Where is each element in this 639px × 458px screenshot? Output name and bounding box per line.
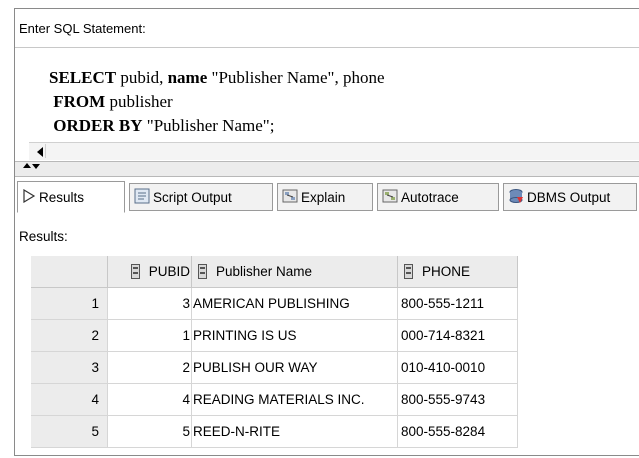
row-number: 4 <box>31 383 108 416</box>
output-tabs: Results Script Output Explain Autotrace … <box>15 181 639 215</box>
tab-dbms-output-label: DBMS Output <box>527 189 611 205</box>
cell-phone[interactable]: 000-714-8321 <box>397 319 518 352</box>
keyword-order-by: ORDER BY <box>53 116 143 135</box>
column-header-pubid[interactable]: PUBID <box>107 256 192 288</box>
table-row[interactable]: 4 4 READING MATERIALS INC. 800-555-9743 <box>31 383 518 416</box>
tab-dbms-output[interactable]: DBMS Output <box>503 183 637 211</box>
keyword-name: name <box>167 68 208 87</box>
column-header-label: PHONE <box>422 263 471 279</box>
cell-publisher-name[interactable]: REED-N-RITE <box>191 415 398 448</box>
sql-statement-label: Enter SQL Statement: <box>19 21 146 36</box>
cell-phone[interactable]: 800-555-1211 <box>397 287 518 320</box>
row-number: 3 <box>31 351 108 384</box>
table-row[interactable]: 2 1 PRINTING IS US 000-714-8321 <box>31 319 518 352</box>
sql-text-line3: "Publisher Name"; <box>142 116 275 135</box>
row-number: 5 <box>31 415 108 448</box>
row-number: 2 <box>31 319 108 352</box>
collapse-down-icon[interactable] <box>32 164 40 169</box>
cell-phone[interactable]: 800-555-8284 <box>397 415 518 448</box>
cell-publisher-name[interactable]: AMERICAN PUBLISHING <box>191 287 398 320</box>
table-row[interactable]: 1 3 AMERICAN PUBLISHING 800-555-1211 <box>31 287 518 320</box>
column-type-icon <box>130 264 140 280</box>
tab-results[interactable]: Results <box>17 181 125 213</box>
cell-pubid[interactable]: 4 <box>107 383 192 416</box>
table-row[interactable]: 5 5 REED-N-RITE 800-555-8284 <box>31 415 518 448</box>
cell-publisher-name[interactable]: PUBLISH OUR WAY <box>191 351 398 384</box>
sql-text-line2: publisher <box>105 92 173 111</box>
tab-explain-label: Explain <box>301 189 346 205</box>
column-header-label: Publisher Name <box>216 263 313 279</box>
cell-pubid[interactable]: 3 <box>107 287 192 320</box>
script-icon <box>134 188 150 207</box>
column-header-phone[interactable]: PHONE <box>397 256 518 288</box>
dbms-icon <box>508 188 524 207</box>
table-row[interactable]: 3 2 PUBLISH OUR WAY 010-410-0010 <box>31 351 518 384</box>
keyword-from: FROM <box>53 92 106 111</box>
column-type-icon <box>404 264 413 280</box>
collapse-up-icon[interactable] <box>23 163 31 168</box>
sql-text-line1b: "Publisher Name", phone <box>207 68 385 87</box>
results-grid: PUBID Publisher Name PHONE 1 3 AMERICAN … <box>31 256 518 448</box>
tab-explain[interactable]: Explain <box>277 183 373 211</box>
grid-header-row: PUBID Publisher Name PHONE <box>31 256 518 288</box>
cell-phone[interactable]: 800-555-9743 <box>397 383 518 416</box>
explain-icon <box>282 188 298 207</box>
pane-splitter[interactable] <box>15 161 639 177</box>
column-header-label: PUBID <box>148 263 190 279</box>
row-number-header <box>31 256 108 288</box>
cell-pubid[interactable]: 5 <box>107 415 192 448</box>
cell-phone[interactable]: 010-410-0010 <box>397 351 518 384</box>
sql-text-line1a: pubid, <box>116 68 168 87</box>
cell-publisher-name[interactable]: PRINTING IS US <box>191 319 398 352</box>
autotrace-icon <box>382 188 398 207</box>
sql-code[interactable]: SELECT pubid, name "Publisher Name", pho… <box>49 66 385 138</box>
cell-pubid[interactable]: 1 <box>107 319 192 352</box>
cell-pubid[interactable]: 2 <box>107 351 192 384</box>
cell-publisher-name[interactable]: READING MATERIALS INC. <box>191 383 398 416</box>
tab-script-output-label: Script Output <box>153 189 232 205</box>
results-arrow-icon <box>22 188 36 206</box>
sql-worksheet-panel: Enter SQL Statement: SELECT pubid, name … <box>14 8 639 456</box>
keyword-select: SELECT <box>49 68 117 87</box>
tab-script-output[interactable]: Script Output <box>129 183 273 211</box>
scroll-left-button[interactable] <box>31 144 46 158</box>
results-label: Results: <box>19 229 68 244</box>
tab-results-label: Results <box>39 189 85 205</box>
tab-autotrace[interactable]: Autotrace <box>377 183 499 211</box>
column-header-publisher-name[interactable]: Publisher Name <box>191 256 398 288</box>
row-number: 1 <box>31 287 108 320</box>
horizontal-scrollbar[interactable] <box>29 142 639 160</box>
tab-autotrace-label: Autotrace <box>401 189 459 205</box>
column-type-icon <box>198 264 207 280</box>
chevron-left-icon <box>37 147 43 157</box>
